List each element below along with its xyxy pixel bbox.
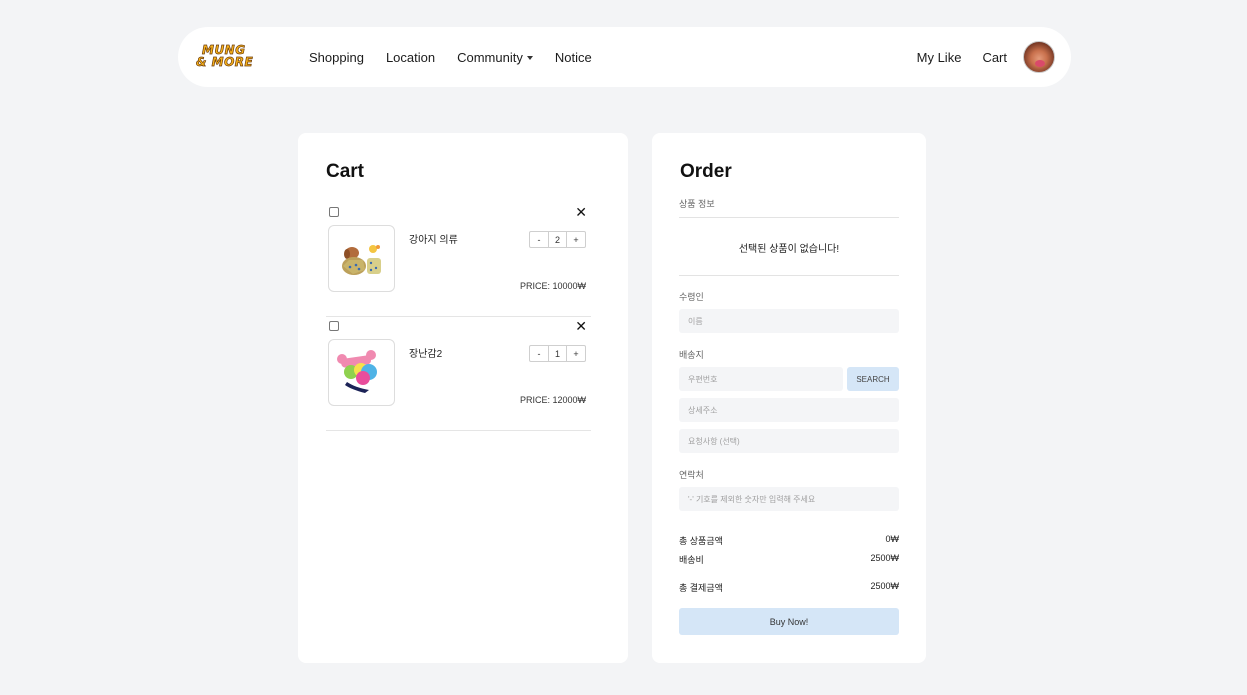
subtotal-label: 총 상품금액 — [679, 536, 723, 546]
contact-phone-input[interactable] — [679, 487, 899, 511]
nav-community-dropdown[interactable]: Community — [457, 50, 533, 65]
user-nav: My Like Cart — [917, 27, 1055, 87]
zipcode-input[interactable] — [679, 367, 843, 391]
item-price: PRICE: 10000₩ — [519, 281, 586, 291]
item-price: PRICE: 12000₩ — [519, 395, 586, 405]
nav-my-like[interactable]: My Like — [917, 50, 962, 65]
cart-item: ✕ 장난감2 - 1 + PRICE: 12000₩ — [326, 317, 591, 431]
cart-panel: Cart ✕ 강아지 의류 - 2 + PRICE: 10000₩ ✕ 장난감2… — [298, 133, 628, 663]
subtotal-value: 0₩ — [885, 534, 900, 544]
delivery-request-input[interactable] — [679, 429, 899, 453]
subtotal-row: 총 상품금액 0₩ — [679, 534, 899, 547]
cart-title: Cart — [326, 161, 365, 182]
contact-label: 연락처 — [679, 470, 704, 480]
item-name: 장난감2 — [409, 349, 443, 360]
item-select-checkbox[interactable] — [329, 321, 339, 331]
caret-down-icon — [526, 55, 533, 60]
order-title: Order — [680, 161, 732, 182]
decrease-qty-button[interactable]: - — [530, 346, 548, 361]
shipping-value: 2500₩ — [870, 553, 899, 563]
user-avatar[interactable] — [1023, 41, 1055, 73]
remove-item-icon[interactable]: ✕ — [575, 205, 587, 219]
remove-item-icon[interactable]: ✕ — [575, 319, 587, 333]
nav-location[interactable]: Location — [386, 50, 435, 65]
recipient-label: 수령인 — [679, 292, 704, 302]
quantity-value: 2 — [548, 232, 567, 247]
cart-item: ✕ 강아지 의류 - 2 + PRICE: 10000₩ — [326, 203, 591, 317]
increase-qty-button[interactable]: + — [567, 232, 585, 247]
recipient-name-input[interactable] — [679, 309, 899, 333]
item-select-checkbox[interactable] — [329, 207, 339, 217]
quantity-stepper: - 2 + — [529, 231, 586, 248]
detail-address-input[interactable] — [679, 398, 899, 422]
mung-and-more-logo[interactable]: MUNG & MORE — [196, 43, 254, 71]
product-image-dog-clothing[interactable] — [328, 225, 395, 292]
decrease-qty-button[interactable]: - — [530, 232, 548, 247]
logo-text-line2: & MORE — [196, 55, 254, 69]
nav-notice[interactable]: Notice — [555, 50, 592, 65]
nav-community-label: Community — [457, 49, 523, 65]
total-label: 총 결제금액 — [679, 583, 723, 593]
main-nav: Shopping Location Community Notice — [309, 27, 614, 87]
nav-shopping[interactable]: Shopping — [309, 50, 364, 65]
product-info-label: 상품 정보 — [679, 199, 715, 209]
divider — [679, 275, 899, 276]
buy-now-button[interactable]: Buy Now! — [679, 608, 899, 635]
total-row: 총 결제금액 2500₩ — [679, 581, 899, 594]
divider — [679, 217, 899, 218]
quantity-stepper: - 1 + — [529, 345, 586, 362]
address-label: 배송지 — [679, 350, 704, 360]
empty-selection-message: 선택된 상품이 없습니다! — [738, 244, 840, 255]
quantity-value: 1 — [548, 346, 567, 361]
zipcode-search-button[interactable]: SEARCH — [847, 367, 899, 391]
item-name: 강아지 의류 — [409, 235, 458, 246]
shipping-row: 배송비 2500₩ — [679, 553, 899, 566]
order-panel: Order 상품 정보 선택된 상품이 없습니다! 수령인 배송지 SEARCH… — [652, 133, 926, 663]
top-navbar: MUNG & MORE Shopping Location Community … — [178, 27, 1071, 87]
shipping-label: 배송비 — [679, 555, 704, 565]
product-image-dog-toy[interactable] — [328, 339, 395, 406]
increase-qty-button[interactable]: + — [567, 346, 585, 361]
total-value: 2500₩ — [870, 581, 899, 591]
nav-cart[interactable]: Cart — [982, 50, 1007, 65]
